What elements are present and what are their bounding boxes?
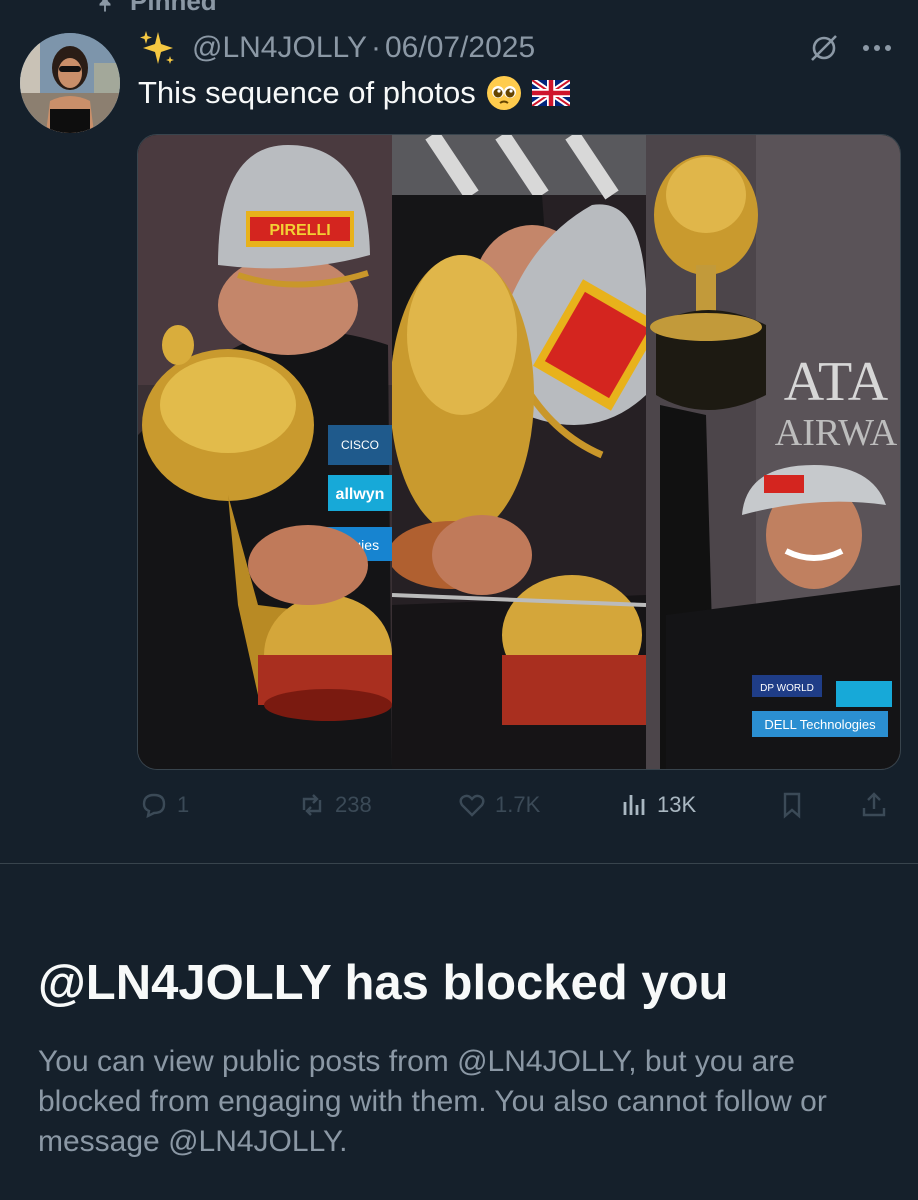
tweet-media-grid[interactable]: PIRELLI CISCO allwyn nologies: [137, 134, 901, 770]
pleading-face-emoji-icon: [486, 76, 521, 110]
tweet-text-content: This sequence of photos: [138, 75, 476, 110]
pinned-label: Pinned: [130, 0, 217, 16]
avatar[interactable]: [20, 33, 120, 133]
heart-icon: [459, 794, 485, 817]
views-count: 13K: [657, 792, 697, 817]
pinned-indicator: Pinned: [94, 0, 217, 16]
repost-icon: [302, 794, 322, 816]
more-options-icon[interactable]: [862, 43, 892, 53]
photo-trophy-hold[interactable]: PIRELLI CISCO allwyn nologies: [138, 135, 392, 769]
reply-icon: [142, 793, 166, 819]
share-button[interactable]: [859, 790, 889, 820]
grok-icon[interactable]: [808, 32, 840, 64]
header-separator: ·: [370, 31, 381, 64]
reply-count: 1: [177, 792, 190, 817]
tweet-author-handle[interactable]: @LN4JOLLY: [192, 31, 367, 65]
photo-text-cisco: CISCO: [341, 438, 379, 452]
bookmark-icon: [783, 792, 801, 819]
blocked-title: @LN4JOLLY has blocked you: [38, 956, 729, 1010]
section-divider: [0, 863, 918, 864]
sparkles-icon: [140, 31, 174, 64]
tweet-header: @LN4JOLLY · 06/07/2025: [138, 28, 892, 68]
blocked-description: You can view public posts from @LN4JOLLY…: [38, 1045, 827, 1158]
views-button[interactable]: 13K: [619, 790, 696, 820]
like-count: 1.7K: [495, 792, 541, 817]
views-chart-icon: [623, 795, 645, 815]
repost-count: 238: [335, 792, 372, 817]
uk-flag-emoji-icon: [531, 80, 570, 106]
reply-button[interactable]: 1: [139, 790, 189, 820]
photo-text-dp-world: DP WORLD: [760, 683, 814, 694]
photo-text-ata: ATA: [784, 351, 889, 413]
repost-button[interactable]: 238: [297, 790, 372, 820]
share-icon: [862, 792, 886, 817]
tweet-date[interactable]: 06/07/2025: [385, 31, 535, 65]
photo-text-dell: DELL Technologies: [764, 717, 876, 732]
bookmark-button[interactable]: [777, 790, 807, 820]
photo-trophy-raise[interactable]: ATA AIRWA DP WORLD DELL Technologies: [646, 135, 900, 769]
photo-text-pirelli: PIRELLI: [269, 222, 330, 239]
photo-text-airwa: AIRWA: [775, 412, 898, 454]
like-button[interactable]: 1.7K: [457, 790, 540, 820]
avatar-image: [20, 33, 120, 133]
tweet-text: This sequence of photos: [138, 75, 570, 111]
photo-trophy-kiss[interactable]: [392, 135, 646, 769]
photo-text-allwyn: allwyn: [336, 486, 385, 503]
tweet-actions-bar: 1 238 1.7K 13K: [137, 784, 897, 826]
pin-icon: [99, 0, 111, 12]
